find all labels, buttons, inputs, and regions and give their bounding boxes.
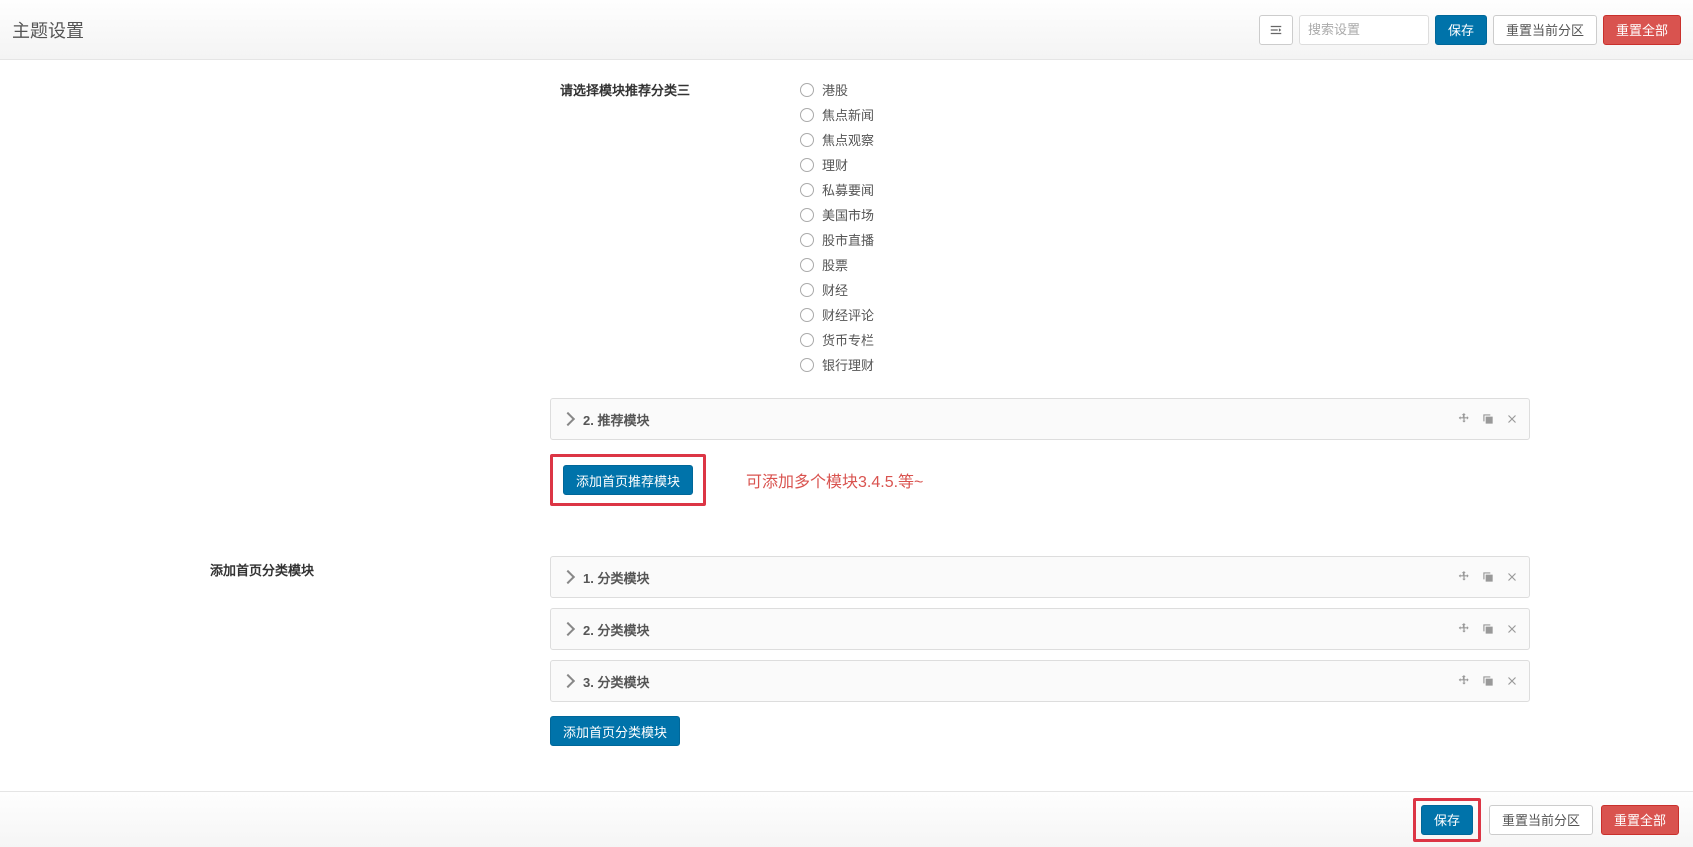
radio-option[interactable]: 焦点观察	[800, 130, 874, 149]
footer-reset-current-button[interactable]: 重置当前分区	[1489, 805, 1593, 835]
page-title: 主题设置	[12, 17, 84, 43]
radio-icon	[800, 183, 814, 197]
radio-group-label: 请选择模块推荐分类三	[550, 80, 800, 99]
radio-option-label: 焦点新闻	[822, 105, 874, 124]
close-icon[interactable]	[1505, 570, 1519, 584]
module-item-actions	[1457, 674, 1519, 688]
radio-icon	[800, 258, 814, 272]
radio-option[interactable]: 股市直播	[800, 230, 874, 249]
close-icon[interactable]	[1505, 622, 1519, 636]
move-icon[interactable]	[1457, 570, 1471, 584]
recommend-module-item[interactable]: 2. 推荐模块	[550, 398, 1530, 440]
recommend-category-section: 请选择模块推荐分类三 港股 焦点新闻 焦点观察 理财 私募要闻 美国市场 股市直…	[0, 60, 1693, 506]
move-icon[interactable]	[1457, 674, 1471, 688]
module-title: 3. 分类模块	[583, 672, 649, 691]
header-bar: 主题设置 保存 重置当前分区 重置全部	[0, 0, 1693, 60]
radio-option-label: 股市直播	[822, 230, 874, 249]
radio-option-label: 私募要闻	[822, 180, 874, 199]
search-input[interactable]	[1299, 15, 1429, 45]
radio-options-list: 港股 焦点新闻 焦点观察 理财 私募要闻 美国市场 股市直播 股票 财经 财经评…	[800, 80, 874, 374]
radio-option-label: 理财	[822, 155, 848, 174]
radio-option-label: 财经评论	[822, 305, 874, 324]
radio-icon	[800, 108, 814, 122]
radio-group-row: 请选择模块推荐分类三 港股 焦点新闻 焦点观察 理财 私募要闻 美国市场 股市直…	[550, 80, 1653, 374]
radio-icon	[800, 83, 814, 97]
radio-option-label: 财经	[822, 280, 848, 299]
module-title: 2. 推荐模块	[583, 410, 649, 429]
radio-icon	[800, 158, 814, 172]
radio-icon	[800, 133, 814, 147]
radio-option[interactable]: 财经评论	[800, 305, 874, 324]
radio-option-label: 美国市场	[822, 205, 874, 224]
move-icon[interactable]	[1457, 412, 1471, 426]
module-title: 1. 分类模块	[583, 568, 649, 587]
radio-option[interactable]: 银行理财	[800, 355, 874, 374]
annotation-highlight: 保存	[1413, 798, 1481, 842]
category-module-item[interactable]: 1. 分类模块	[550, 556, 1530, 598]
close-icon[interactable]	[1505, 674, 1519, 688]
category-module-item[interactable]: 2. 分类模块	[550, 608, 1530, 650]
copy-icon[interactable]	[1481, 412, 1495, 426]
radio-option[interactable]: 港股	[800, 80, 874, 99]
radio-option-label: 银行理财	[822, 355, 874, 374]
module-item-actions	[1457, 412, 1519, 426]
module-item-actions	[1457, 622, 1519, 636]
copy-icon[interactable]	[1481, 570, 1495, 584]
radio-icon	[800, 233, 814, 247]
reset-current-button[interactable]: 重置当前分区	[1493, 15, 1597, 45]
module-item-actions	[1457, 570, 1519, 584]
chevron-right-icon	[561, 622, 575, 636]
radio-option-label: 焦点观察	[822, 130, 874, 149]
section-label: 添加首页分类模块	[40, 556, 550, 746]
copy-icon[interactable]	[1481, 622, 1495, 636]
indent-icon	[1269, 23, 1283, 37]
radio-option[interactable]: 货币专栏	[800, 330, 874, 349]
footer-save-button[interactable]: 保存	[1421, 805, 1473, 835]
content-scroll[interactable]: 请选择模块推荐分类三 港股 焦点新闻 焦点观察 理财 私募要闻 美国市场 股市直…	[0, 60, 1693, 791]
save-button[interactable]: 保存	[1435, 15, 1487, 45]
add-category-module-button[interactable]: 添加首页分类模块	[550, 716, 680, 746]
annotation-highlight: 添加首页推荐模块	[550, 454, 706, 506]
radio-option[interactable]: 理财	[800, 155, 874, 174]
radio-option-label: 货币专栏	[822, 330, 874, 349]
radio-option-label: 港股	[822, 80, 848, 99]
footer-bar: 保存 重置当前分区 重置全部	[0, 791, 1693, 847]
radio-option[interactable]: 股票	[800, 255, 874, 274]
annotation-text: 可添加多个模块3.4.5.等~	[746, 468, 923, 492]
chevron-right-icon	[561, 570, 575, 584]
close-icon[interactable]	[1505, 412, 1519, 426]
footer-reset-all-button[interactable]: 重置全部	[1601, 805, 1679, 835]
radio-option[interactable]: 私募要闻	[800, 180, 874, 199]
expand-toggle-button[interactable]	[1259, 15, 1293, 45]
radio-option-label: 股票	[822, 255, 848, 274]
radio-icon	[800, 308, 814, 322]
radio-icon	[800, 208, 814, 222]
category-section: 添加首页分类模块 1. 分类模块 2. 分类模块	[0, 536, 1693, 746]
category-module-item[interactable]: 3. 分类模块	[550, 660, 1530, 702]
radio-icon	[800, 283, 814, 297]
reset-all-button[interactable]: 重置全部	[1603, 15, 1681, 45]
radio-option[interactable]: 焦点新闻	[800, 105, 874, 124]
chevron-right-icon	[561, 412, 575, 426]
chevron-right-icon	[561, 674, 575, 688]
move-icon[interactable]	[1457, 622, 1471, 636]
module-title: 2. 分类模块	[583, 620, 649, 639]
header-actions: 保存 重置当前分区 重置全部	[1259, 15, 1681, 45]
radio-icon	[800, 333, 814, 347]
copy-icon[interactable]	[1481, 674, 1495, 688]
radio-icon	[800, 358, 814, 372]
radio-option[interactable]: 财经	[800, 280, 874, 299]
radio-option[interactable]: 美国市场	[800, 205, 874, 224]
add-recommend-module-button[interactable]: 添加首页推荐模块	[563, 465, 693, 495]
